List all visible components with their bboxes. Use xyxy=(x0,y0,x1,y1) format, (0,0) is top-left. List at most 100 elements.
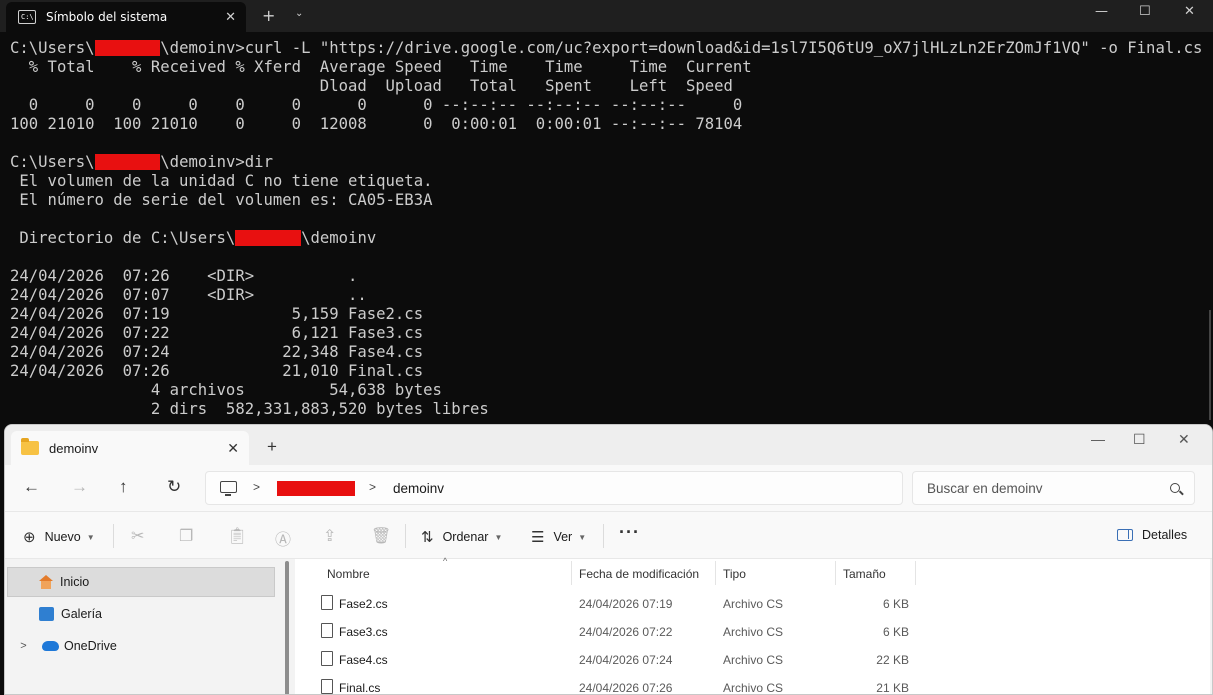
plus-circle-icon: ⊕ xyxy=(23,529,36,546)
table-row[interactable]: Fase4.cs 24/04/2026 07:24 Archivo CS 22 … xyxy=(295,645,1210,673)
column-divider[interactable] xyxy=(835,561,836,585)
prompt-prefix: C:\Users\ xyxy=(10,153,95,171)
cmd-icon: C:\ xyxy=(18,10,36,24)
chevron-down-icon: ▼ xyxy=(494,532,503,542)
details-button[interactable]: Detalles xyxy=(1117,528,1187,542)
file-name: Fase2.cs xyxy=(339,597,388,611)
nav-item-inicio[interactable]: Inicio xyxy=(7,567,275,597)
forward-arrow-icon[interactable]: → xyxy=(71,477,88,497)
computer-icon xyxy=(220,481,237,496)
terminal-tab-title: Símbolo del sistema xyxy=(46,10,168,24)
up-arrow-icon[interactable]: ↑ xyxy=(119,477,128,497)
column-divider[interactable] xyxy=(915,561,916,585)
minimize-button[interactable]: — xyxy=(1091,431,1105,447)
close-tab-icon[interactable]: ✕ xyxy=(225,10,236,25)
paste-icon[interactable]: 📋︎ xyxy=(227,526,247,546)
address-current-folder[interactable]: demoinv xyxy=(393,481,444,496)
divider xyxy=(405,524,406,548)
onedrive-icon xyxy=(42,641,59,651)
terminal-tab[interactable]: C:\ Símbolo del sistema ✕ xyxy=(6,2,246,32)
new-button-label: Nuevo xyxy=(44,530,81,544)
file-type: Archivo CS xyxy=(723,625,784,639)
terminal-output[interactable]: C:\Users\ \demoinv>curl -L "https://drive… xyxy=(10,39,1203,419)
table-row[interactable]: Final.cs 24/04/2026 07:26 Archivo CS 21 … xyxy=(295,673,1210,695)
explorer-window: demoinv ✕ + — ☐ ✕ ← → ↑ ↻ > > demoinv Bu… xyxy=(4,424,1213,695)
share-icon[interactable]: ⇪ xyxy=(323,526,336,546)
back-arrow-icon[interactable]: ← xyxy=(23,477,40,497)
search-input[interactable]: Buscar en demoinv xyxy=(927,481,1043,496)
maximize-button[interactable]: ☐ xyxy=(1139,4,1151,19)
chevron-down-icon: ▼ xyxy=(578,532,587,542)
terminal-titlebar: C:\ Símbolo del sistema ✕ + ⌄ — ☐ ✕ xyxy=(0,0,1213,32)
maximize-button[interactable]: ☐ xyxy=(1133,431,1146,448)
new-button[interactable]: ⊕ Nuevo ▼ xyxy=(23,528,95,546)
new-tab-button[interactable]: + xyxy=(267,437,277,457)
terminal-line: 0 0 0 0 0 0 0 0 --:--:-- --:--:-- --:--:… xyxy=(10,96,743,114)
column-header-type[interactable]: Tipo xyxy=(723,559,746,587)
column-header-name[interactable]: Nombre xyxy=(327,559,370,587)
terminal-line: 4 archivos 54,638 bytes xyxy=(10,381,442,399)
delete-icon[interactable]: 🗑︎ xyxy=(371,526,391,546)
close-window-button[interactable]: ✕ xyxy=(1178,431,1190,448)
new-tab-button[interactable]: + xyxy=(262,6,275,25)
sort-button[interactable]: ⇅ Ordenar ▼ xyxy=(421,528,502,546)
redacted-username[interactable] xyxy=(277,481,355,496)
cut-icon[interactable]: ✂ xyxy=(131,526,144,546)
prompt-command: \demoinv xyxy=(301,229,377,247)
file-name: Fase3.cs xyxy=(339,625,388,639)
terminal-line: El volumen de la unidad C no tiene etiqu… xyxy=(10,172,433,190)
view-button[interactable]: ☰ Ver ▼ xyxy=(531,528,586,546)
sort-button-label: Ordenar xyxy=(442,530,489,544)
terminal-line: 100 21010 100 21010 0 0 12008 0 0:00:01 … xyxy=(10,115,743,133)
redacted-username xyxy=(94,40,161,56)
table-row[interactable]: Fase3.cs 24/04/2026 07:22 Archivo CS 6 K… xyxy=(295,617,1210,645)
file-list: ^ Nombre Fecha de modificación Tipo Tama… xyxy=(295,556,1210,695)
copy-icon[interactable]: ❐ xyxy=(179,526,193,546)
terminal-line: C:\Users\ \demoinv>dir xyxy=(10,153,1200,172)
chevron-right-icon[interactable]: > xyxy=(369,480,376,494)
terminal-line: % Total % Received % Xferd Average Speed… xyxy=(10,58,752,76)
column-header-size[interactable]: Tamaño xyxy=(843,559,886,587)
terminal-line: Directorio de C:\Users\ \demoinv xyxy=(10,229,1200,248)
file-date: 24/04/2026 07:19 xyxy=(579,597,673,611)
nav-item-galeria[interactable]: Galería xyxy=(7,599,275,629)
address-bar[interactable]: > > demoinv xyxy=(205,471,903,505)
chevron-down-icon[interactable]: ⌄ xyxy=(295,8,303,19)
nav-item-onedrive[interactable]: > OneDrive xyxy=(7,631,275,661)
column-header-date[interactable]: Fecha de modificación xyxy=(579,559,699,587)
column-divider[interactable] xyxy=(571,561,572,585)
column-divider[interactable] xyxy=(715,561,716,585)
file-icon xyxy=(321,595,333,610)
file-size: 22 KB xyxy=(876,653,909,667)
command-bar: ⊕ Nuevo ▼ ✂ ❐ 📋︎ Ⓐ ⇪ 🗑︎ ⇅ Ordenar ▼ ☰ Ve… xyxy=(5,511,1212,559)
file-name: Fase4.cs xyxy=(339,653,388,667)
explorer-tab[interactable]: demoinv ✕ xyxy=(11,431,249,465)
navigation-scrollbar[interactable] xyxy=(285,561,289,694)
search-icon[interactable] xyxy=(1170,483,1180,493)
terminal-line: C:\Users\ \demoinv>curl -L "https://drive… xyxy=(10,39,1203,58)
nav-item-label: Galería xyxy=(61,607,102,621)
terminal-scrollbar[interactable] xyxy=(1209,310,1211,420)
search-box[interactable]: Buscar en demoinv xyxy=(912,471,1195,505)
file-icon xyxy=(321,623,333,638)
rename-icon[interactable]: Ⓐ xyxy=(275,526,291,550)
gallery-icon xyxy=(39,607,54,621)
divider xyxy=(603,524,604,548)
file-size: 21 KB xyxy=(876,681,909,695)
minimize-button[interactable]: — xyxy=(1095,4,1108,19)
prompt-command: \demoinv>curl -L "https://drive.google.c… xyxy=(160,39,1203,57)
chevron-right-icon[interactable]: > xyxy=(11,640,36,652)
close-tab-icon[interactable]: ✕ xyxy=(227,440,239,457)
terminal-line: 24/04/2026 07:24 22,348 Fase4.cs xyxy=(10,343,424,361)
more-options-icon[interactable]: ··· xyxy=(619,522,640,543)
refresh-icon[interactable]: ↻ xyxy=(167,477,181,497)
chevron-right-icon[interactable]: > xyxy=(253,480,260,494)
prompt-prefix: C:\Users\ xyxy=(10,39,95,57)
table-row[interactable]: Fase2.cs 24/04/2026 07:19 Archivo CS 6 K… xyxy=(295,589,1210,617)
explorer-tab-title: demoinv xyxy=(49,440,99,456)
terminal-line: 24/04/2026 07:07 <DIR> .. xyxy=(10,286,367,304)
file-date: 24/04/2026 07:22 xyxy=(579,625,673,639)
close-window-button[interactable]: ✕ xyxy=(1184,4,1195,19)
